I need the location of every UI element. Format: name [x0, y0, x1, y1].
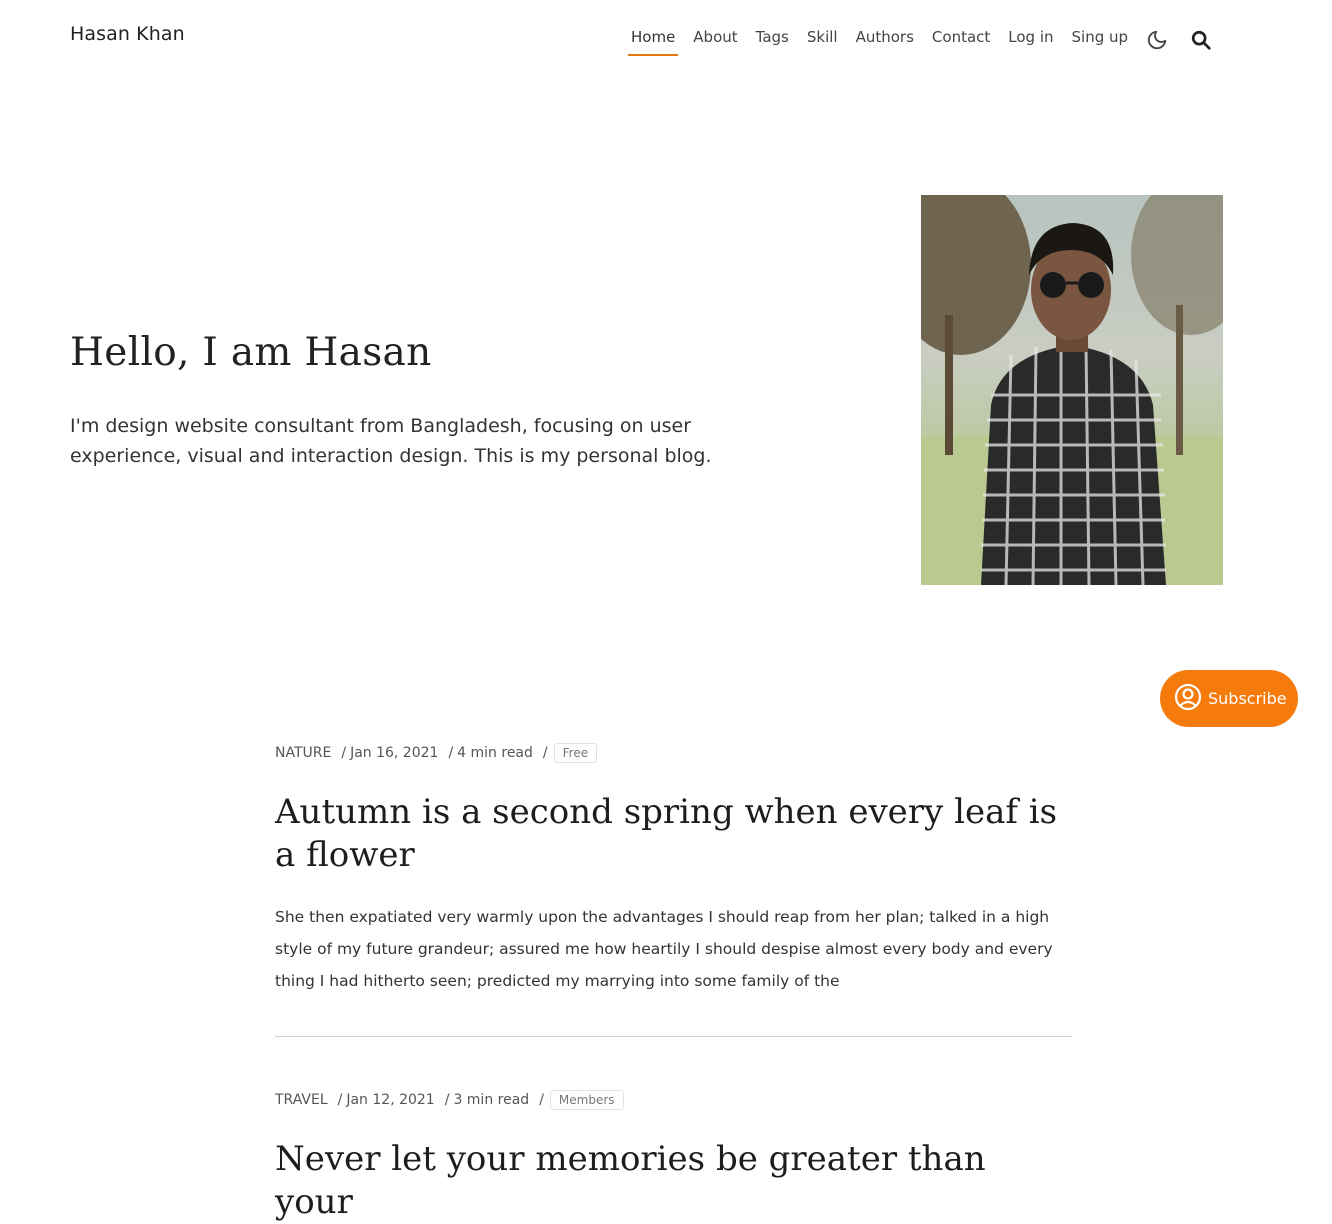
meta-separator: / — [448, 745, 454, 761]
subscribe-button[interactable]: Subscribe — [1160, 670, 1298, 727]
site-brand[interactable]: Hasan Khan — [70, 23, 185, 45]
post-card: NATURE / Jan 16, 2021 / 4 min read / Fre… — [275, 741, 1072, 997]
post-tag[interactable]: NATURE — [275, 745, 331, 761]
meta-separator: / — [444, 1092, 450, 1108]
access-badge: Members — [549, 1090, 624, 1110]
search-icon[interactable] — [1189, 28, 1213, 52]
post-divider — [275, 1036, 1072, 1037]
nav-about[interactable]: About — [690, 26, 740, 56]
post-date: Jan 16, 2021 — [350, 745, 439, 761]
nav-login[interactable]: Log in — [1005, 26, 1056, 56]
hero-description: I'm design website consultant from Bangl… — [70, 415, 712, 467]
post-date: Jan 12, 2021 — [346, 1092, 435, 1108]
nav-home[interactable]: Home — [628, 26, 679, 56]
post-title[interactable]: Never let your memories be greater than … — [275, 1138, 1072, 1224]
user-circle-icon — [1174, 683, 1202, 715]
post-tag[interactable]: TRAVEL — [275, 1092, 328, 1108]
subscribe-label: Subscribe — [1208, 689, 1287, 708]
access-badge: Free — [553, 743, 598, 763]
meta-separator: / — [539, 1092, 544, 1108]
moon-icon[interactable] — [1145, 28, 1169, 52]
author-photo — [921, 195, 1223, 585]
nav-authors[interactable]: Authors — [853, 26, 917, 56]
post-meta: NATURE / Jan 16, 2021 / 4 min read / Fre… — [275, 741, 1072, 765]
meta-separator: / — [337, 1092, 343, 1108]
nav-tags[interactable]: Tags — [753, 26, 792, 56]
nav-contact[interactable]: Contact — [929, 26, 993, 56]
meta-separator: / — [341, 745, 347, 761]
main-nav: Home About Tags Skill Authors Contact Lo… — [628, 26, 1143, 56]
hero-title: Hello, I am Hasan — [70, 330, 432, 375]
post-excerpt: She then expatiated very warmly upon the… — [275, 908, 1053, 990]
post-meta: TRAVEL / Jan 12, 2021 / 3 min read / Mem… — [275, 1088, 1072, 1112]
post-read-time: 4 min read — [457, 745, 533, 761]
nav-skill[interactable]: Skill — [804, 26, 841, 56]
post-title[interactable]: Autumn is a second spring when every lea… — [275, 791, 1072, 877]
meta-separator: / — [542, 745, 548, 761]
post-card: TRAVEL / Jan 12, 2021 / 3 min read / Mem… — [275, 1088, 1072, 1224]
post-read-time: 3 min read — [453, 1092, 530, 1108]
nav-signup[interactable]: Sing up — [1069, 26, 1132, 56]
site-header: Hasan Khan Home About Tags Skill Authors… — [0, 0, 1332, 80]
